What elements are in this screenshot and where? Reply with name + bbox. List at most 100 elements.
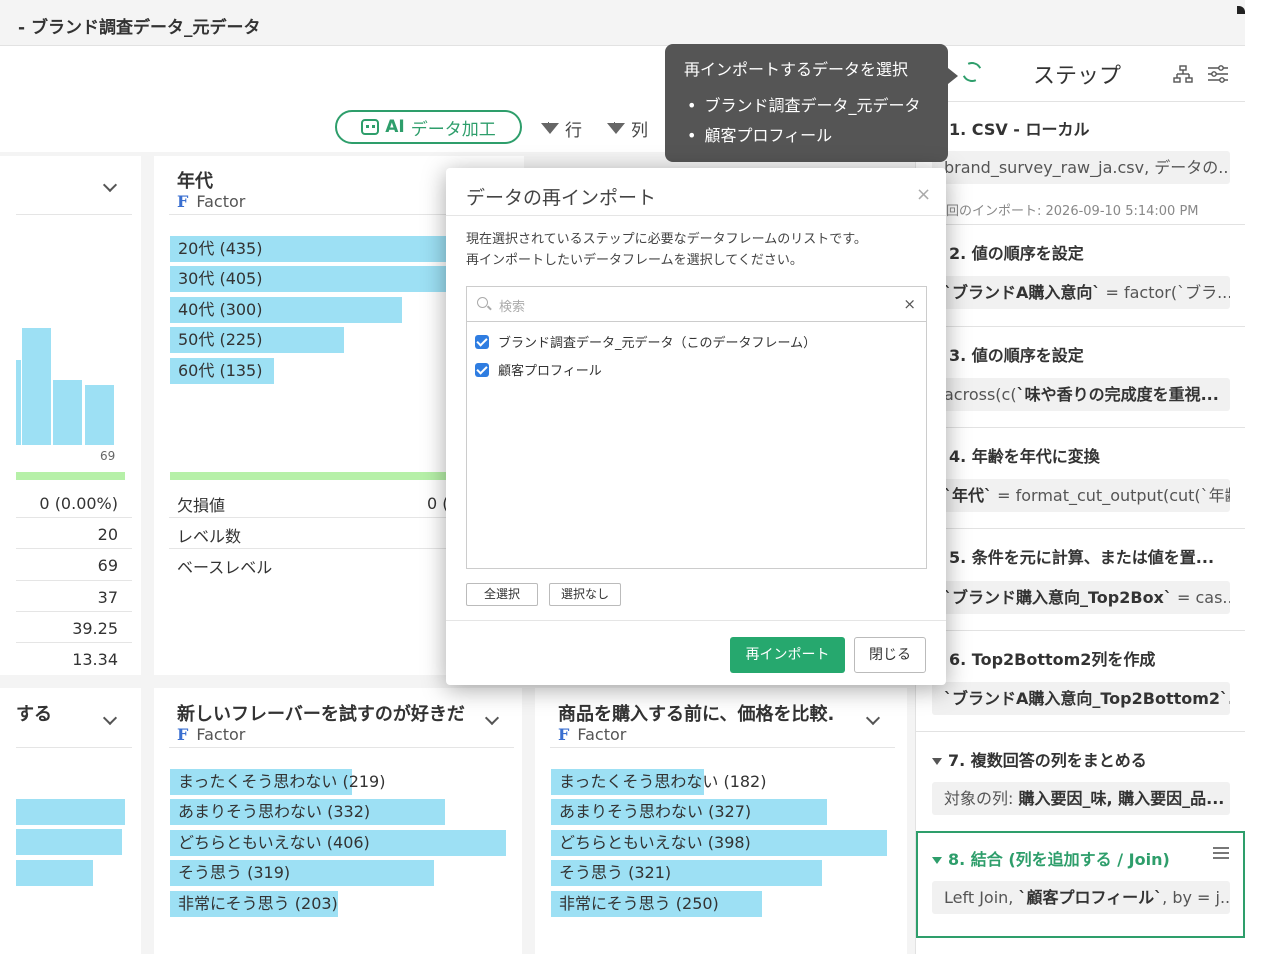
step-title[interactable]: 5. 条件を元に計算、または値を置... bbox=[949, 544, 1214, 568]
step-detail-text: across(c( bbox=[944, 385, 1017, 404]
column-title: する bbox=[16, 704, 52, 725]
close-icon[interactable]: × bbox=[916, 184, 931, 205]
stat-value: 37 bbox=[97, 588, 118, 607]
level-bar[interactable] bbox=[16, 829, 122, 855]
column-type: F Factor bbox=[177, 725, 245, 744]
step-detail-bold: `ブランド購入意向_Top2Box` bbox=[944, 588, 1172, 607]
step-title[interactable]: 4. 年齢を年代に変換 bbox=[949, 443, 1100, 467]
stat-value: 39.25 bbox=[72, 619, 118, 638]
description-line: 現在選択されているステップに必要なデータフレームのリストです。 bbox=[466, 232, 867, 247]
select-none-button[interactable]: 選択なし bbox=[549, 583, 621, 606]
level-bar[interactable]: 非常にそう思う (203) bbox=[170, 891, 338, 917]
divider bbox=[915, 427, 1245, 428]
missing-bar bbox=[170, 472, 460, 480]
step-detail-text: = cas... bbox=[1176, 588, 1230, 607]
row-filter-label: 行 bbox=[565, 121, 582, 141]
column-type-label: Factor bbox=[196, 192, 246, 211]
divider bbox=[550, 747, 895, 748]
row-filter-button[interactable]: 行 bbox=[541, 116, 582, 141]
stat-value: 20 bbox=[97, 525, 118, 544]
divider bbox=[915, 731, 1245, 732]
step-title-collapsible[interactable]: 7. 複数回答の列をまとめる bbox=[932, 747, 1147, 771]
level-bar[interactable]: まったくそう思わない (219) bbox=[170, 769, 385, 795]
stat-label-missing: 欠損値 bbox=[177, 496, 226, 515]
ai-data-wrangling-button[interactable]: AI データ加工 bbox=[335, 110, 522, 144]
step-detail-bold: `年代` bbox=[944, 486, 993, 505]
step-detail[interactable]: across(c(`味や香りの完成度を重視... bbox=[932, 378, 1230, 411]
level-bar[interactable]: 60代 (135) bbox=[170, 358, 274, 384]
divider bbox=[16, 517, 132, 518]
dataframe-option-label: 顧客プロフィール bbox=[498, 364, 602, 379]
ai-button-prefix: AI bbox=[385, 117, 405, 137]
step-detail-bold: `顧客プロフィール` bbox=[1018, 888, 1163, 907]
stat-label-base-level: ベースレベル bbox=[177, 558, 273, 577]
divider bbox=[446, 620, 946, 621]
level-bar[interactable]: 20代 (435) bbox=[170, 236, 460, 262]
level-bar[interactable]: どちらともいえない (406) bbox=[170, 830, 506, 856]
level-bar[interactable]: 50代 (225) bbox=[170, 327, 344, 353]
steps-panel-title: ステップ bbox=[1033, 64, 1122, 89]
menu-icon[interactable] bbox=[1213, 847, 1229, 859]
caret-down-icon bbox=[932, 857, 942, 864]
step-detail[interactable]: `年代` = format_cut_output(cut(`年齢... bbox=[932, 479, 1230, 512]
step-detail[interactable]: `ブランドA購入意向` = factor(`ブラ... bbox=[932, 276, 1230, 309]
level-bar[interactable]: あまりそう思わない (327) bbox=[551, 799, 827, 825]
level-bar[interactable]: まったくそう思わない (182) bbox=[551, 769, 766, 795]
step-detail[interactable]: `ブランド購入意向_Top2Box` = cas... bbox=[932, 581, 1230, 614]
step-title-active[interactable]: 8. 結合 (列を追加する / Join) bbox=[932, 846, 1170, 870]
step-detail-bold: 購入要因_味, 購入要因_品... bbox=[1018, 789, 1225, 808]
robot-icon bbox=[361, 119, 380, 135]
reimport-button[interactable]: 再インポート bbox=[730, 637, 845, 673]
step-detail-text: brand_survey_raw_ja.csv, データの... bbox=[944, 158, 1230, 177]
dataframe-option[interactable]: 顧客プロフィール bbox=[475, 360, 602, 379]
search-icon bbox=[477, 297, 488, 308]
step-detail[interactable]: brand_survey_raw_ja.csv, データの... bbox=[932, 151, 1230, 184]
checkbox-checked[interactable] bbox=[475, 362, 489, 377]
divider bbox=[16, 747, 132, 748]
level-bar[interactable]: どちらともいえない (398) bbox=[551, 830, 887, 856]
level-bar[interactable]: そう思う (321) bbox=[551, 860, 822, 886]
ai-button-label: データ加工 bbox=[410, 119, 496, 140]
step-title[interactable]: 1. CSV - ローカル bbox=[949, 116, 1090, 140]
tree-icon[interactable] bbox=[1173, 64, 1193, 84]
select-all-button[interactable]: 全選択 bbox=[466, 583, 538, 606]
dataframe-option[interactable]: ブランド調査データ_元データ（このデータフレーム） bbox=[475, 332, 816, 351]
divider bbox=[16, 580, 132, 581]
level-bar[interactable]: 非常にそう思う (250) bbox=[551, 891, 762, 917]
divider bbox=[915, 630, 1245, 631]
divider bbox=[446, 215, 946, 216]
level-bar[interactable] bbox=[16, 860, 93, 886]
level-bar[interactable]: 30代 (405) bbox=[170, 266, 460, 292]
search-placeholder: 検索 bbox=[499, 300, 526, 315]
dialog-title: データの再インポート bbox=[466, 187, 657, 209]
step-detail-bold: `ブランドA購入意向_Top2Bottom2`... bbox=[944, 689, 1230, 708]
settings-sliders-icon[interactable] bbox=[1207, 64, 1229, 84]
step-title[interactable]: 3. 値の順序を設定 bbox=[949, 342, 1084, 366]
reimport-dialog: データの再インポート × 現在選択されているステップに必要なデータフレームのリス… bbox=[446, 168, 946, 685]
factor-type-icon: F bbox=[177, 725, 189, 744]
divider bbox=[169, 548, 459, 549]
stat-value: 13.34 bbox=[72, 650, 118, 669]
column-type: F Factor bbox=[558, 725, 626, 744]
checkbox-checked[interactable] bbox=[475, 334, 489, 349]
step-detail[interactable]: `ブランドA購入意向_Top2Bottom2`... bbox=[932, 682, 1230, 715]
column-type-label: Factor bbox=[577, 725, 627, 744]
column-filter-button[interactable]: 列 bbox=[607, 116, 648, 141]
level-bar[interactable]: あまりそう思わない (332) bbox=[170, 799, 445, 825]
step-detail[interactable]: Left Join, `顧客プロフィール`, by = j... bbox=[932, 881, 1230, 914]
divider bbox=[915, 528, 1245, 529]
divider bbox=[169, 747, 514, 748]
level-bar[interactable]: 40代 (300) bbox=[170, 297, 402, 323]
step-title[interactable]: 6. Top2Bottom2列を作成 bbox=[949, 646, 1155, 670]
level-bar[interactable]: そう思う (319) bbox=[170, 860, 434, 886]
stat-value: 69 bbox=[97, 556, 118, 575]
column-type: F Factor bbox=[177, 192, 245, 211]
step-detail[interactable]: 対象の列: 購入要因_味, 購入要因_品... bbox=[932, 782, 1230, 815]
level-bar[interactable] bbox=[16, 799, 125, 825]
histogram-bar bbox=[22, 328, 51, 445]
close-button[interactable]: 閉じる bbox=[854, 637, 926, 673]
clear-search-icon[interactable]: × bbox=[903, 295, 916, 313]
search-input[interactable]: 検索 × bbox=[466, 286, 927, 322]
step-detail-tail: , by = j... bbox=[1162, 888, 1230, 907]
step-title[interactable]: 2. 値の順序を設定 bbox=[949, 240, 1084, 264]
